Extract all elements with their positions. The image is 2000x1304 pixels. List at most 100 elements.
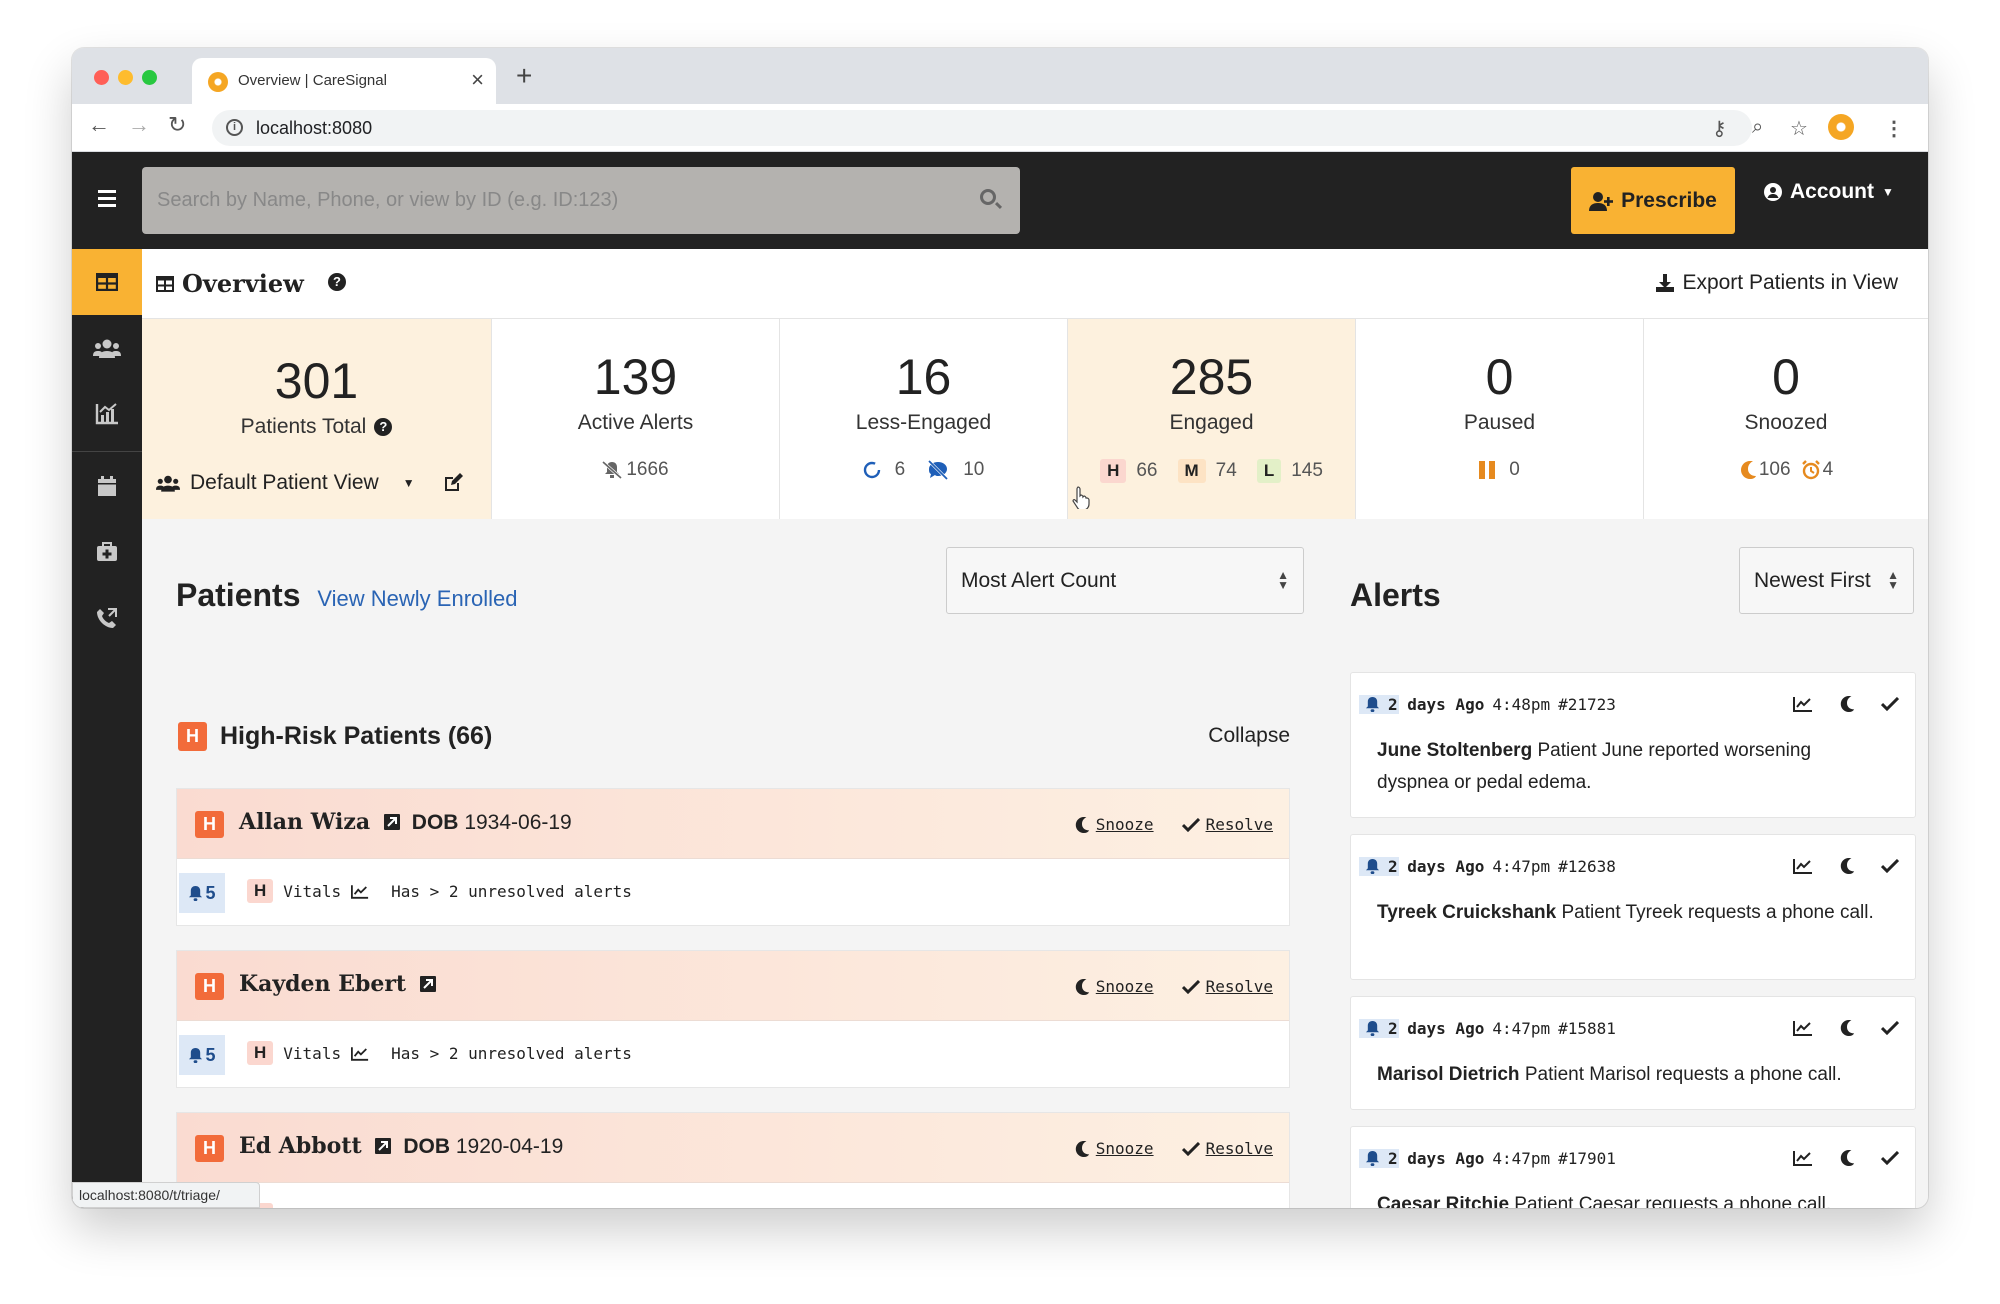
url-field[interactable]: i localhost:8080 xyxy=(212,110,1752,146)
alert-card[interactable]: 2 days Ago 4:47pm #15881 Marisol Dietrich P… xyxy=(1350,996,1916,1110)
moon-icon[interactable] xyxy=(1839,857,1855,875)
stat-card-less-engaged[interactable]: 16 Less-Engaged 6 10 xyxy=(780,319,1068,519)
close-tab-icon[interactable]: × xyxy=(471,67,484,93)
snooze-label: Snooze xyxy=(1095,1139,1154,1158)
high-risk-group-title: High-Risk Patients (66) xyxy=(220,722,493,750)
sidebar-item-patients[interactable] xyxy=(72,315,142,381)
resolve-button[interactable]: Resolve xyxy=(1182,815,1273,834)
alert-card[interactable]: 2 days Ago 4:47pm #12638 Tyreek Cruickshank… xyxy=(1350,834,1916,980)
less-engaged-pending-count: 6 xyxy=(894,459,906,480)
minimize-window-button[interactable] xyxy=(118,70,133,85)
patient-alert-summary: 1HHypertensionDiastolic max above red li… xyxy=(177,1183,1289,1208)
sidebar-item-calendar[interactable] xyxy=(72,453,142,519)
moon-icon[interactable] xyxy=(1839,695,1855,713)
sidebar-item-analytics[interactable] xyxy=(72,381,142,447)
help-icon[interactable]: ? xyxy=(374,418,393,436)
dob-label: DOB xyxy=(403,1135,450,1158)
collapse-button[interactable]: Collapse xyxy=(1208,724,1290,748)
patient-row[interactable]: H Kayden Ebert Snooze Resolve 5 H Vitals Has >… xyxy=(176,950,1290,1088)
chart-line-icon[interactable] xyxy=(351,1046,369,1061)
sidebar-item-overview[interactable] xyxy=(72,249,142,315)
check-icon[interactable] xyxy=(1881,1151,1899,1165)
help-icon[interactable]: ? xyxy=(328,273,346,291)
alert-patient-name[interactable]: Marisol Dietrich xyxy=(1377,1064,1520,1085)
alert-id: #15881 xyxy=(1558,1019,1616,1038)
browser-menu-icon[interactable]: ⋮ xyxy=(1884,116,1904,141)
resolve-button[interactable]: Resolve xyxy=(1182,977,1273,996)
patient-actions: Snooze Resolve xyxy=(1074,977,1273,996)
chart-line-icon[interactable] xyxy=(409,1208,427,1209)
patient-search-input[interactable]: Search by Name, Phone, or view by ID (e.… xyxy=(142,167,1020,234)
alert-time: 4:47pm xyxy=(1492,857,1551,876)
new-tab-icon[interactable]: + xyxy=(516,60,532,92)
sidebar-item-medical-kit[interactable] xyxy=(72,519,142,585)
alert-message: Marisol Dietrich Patient Marisol request… xyxy=(1377,1059,1885,1091)
patient-name-link[interactable]: Kayden Ebert xyxy=(239,971,436,997)
users-icon xyxy=(93,339,121,358)
prescribe-button[interactable]: Prescribe xyxy=(1571,167,1735,234)
stat-card-paused[interactable]: 0 Paused 0 xyxy=(1356,319,1644,519)
alert-patient-name[interactable]: Tyreek Cruickshank xyxy=(1377,902,1556,923)
patient-actions: Snooze Resolve xyxy=(1074,815,1273,834)
patient-row[interactable]: H Ed Abbott DOB 1920-04-19 Snooze Resolve 1H… xyxy=(176,1112,1290,1208)
alert-meta: 2 days Ago 4:48pm #21723 xyxy=(1359,695,1616,714)
site-info-icon[interactable]: i xyxy=(226,119,243,136)
check-icon[interactable] xyxy=(1881,859,1899,873)
search-icon[interactable] xyxy=(980,189,996,205)
patient-name-link[interactable]: Ed Abbott DOB 1920-04-19 xyxy=(239,1133,563,1159)
check-icon[interactable] xyxy=(1881,697,1899,711)
medium-risk-badge: M xyxy=(1177,459,1206,483)
hamburger-menu-icon[interactable] xyxy=(98,190,116,211)
back-icon[interactable]: ← xyxy=(88,112,110,138)
resolve-button[interactable]: Resolve xyxy=(1182,1139,1273,1158)
browser-tab[interactable]: Overview | CareSignal × xyxy=(192,58,496,104)
paused-sub: 0 xyxy=(1356,459,1643,481)
zoom-icon[interactable]: ⌕ xyxy=(1752,116,1763,139)
chart-line-icon[interactable] xyxy=(1793,1150,1813,1166)
moon-icon[interactable] xyxy=(1839,1019,1855,1037)
forward-icon[interactable]: → xyxy=(128,112,150,138)
patient-view-selector[interactable]: Default Patient View ▼ xyxy=(156,471,463,495)
chart-line-icon[interactable] xyxy=(1793,1020,1813,1036)
sort-arrows-icon: ▲ ▼ xyxy=(1277,568,1289,592)
maximize-window-button[interactable] xyxy=(142,70,157,85)
chart-line-icon[interactable] xyxy=(351,884,369,899)
alert-card[interactable]: 2 days Ago 4:47pm #17901 Caesar Ritchie Pat… xyxy=(1350,1126,1916,1208)
stat-card-snoozed[interactable]: 0 Snoozed 106 4 xyxy=(1644,319,1928,519)
stat-card-engaged[interactable]: 285 Engaged H 66 M 74 L 145 xyxy=(1068,319,1356,519)
account-menu[interactable]: Account ▼ xyxy=(1764,180,1894,204)
check-icon[interactable] xyxy=(1881,1021,1899,1035)
total-patients-label-text: Patients Total xyxy=(240,415,367,438)
engaged-sub: H 66 M 74 L 145 xyxy=(1068,459,1355,483)
less-engaged-label: Less-Engaged xyxy=(855,411,992,434)
key-icon[interactable]: ⚷ xyxy=(1712,116,1727,141)
moon-icon[interactable] xyxy=(1839,1149,1855,1167)
external-link-icon[interactable] xyxy=(384,814,400,830)
snooze-button[interactable]: Snooze xyxy=(1074,815,1154,834)
sidebar-item-calls[interactable] xyxy=(72,585,142,651)
patient-row[interactable]: H Allan Wiza DOB 1934-06-19 Snooze Resolve 5… xyxy=(176,788,1290,926)
patient-name-link[interactable]: Allan Wiza DOB 1934-06-19 xyxy=(239,809,572,835)
chart-line-icon[interactable] xyxy=(1793,858,1813,874)
pause-icon xyxy=(1479,461,1496,479)
snooze-button[interactable]: Snooze xyxy=(1074,1139,1154,1158)
patient-sort-select[interactable]: Most Alert Count ▲ ▼ xyxy=(946,547,1304,614)
snooze-button[interactable]: Snooze xyxy=(1074,977,1154,996)
external-link-icon[interactable] xyxy=(420,976,436,992)
profile-avatar-icon[interactable] xyxy=(1828,114,1854,140)
close-window-button[interactable] xyxy=(94,70,109,85)
alert-patient-name[interactable]: June Stoltenberg xyxy=(1377,740,1532,761)
alert-detail-text: Has > 2 unresolved alerts xyxy=(391,881,632,901)
alert-sort-select[interactable]: Newest First ▲ ▼ xyxy=(1739,547,1914,614)
bookmark-star-icon[interactable]: ☆ xyxy=(1790,116,1808,141)
export-patients-button[interactable]: Export Patients in View xyxy=(1656,271,1898,295)
stat-card-active-alerts[interactable]: 139 Active Alerts 1666 xyxy=(492,319,780,519)
unresponsive-comment-icon xyxy=(928,460,949,480)
external-link-icon[interactable] xyxy=(375,1138,391,1154)
chart-line-icon[interactable] xyxy=(1793,696,1813,712)
alert-card[interactable]: 2 days Ago 4:48pm #21723 June Stoltenberg P… xyxy=(1350,672,1916,818)
edit-icon[interactable] xyxy=(443,473,463,493)
view-newly-enrolled-link[interactable]: View Newly Enrolled xyxy=(317,586,517,611)
reload-icon[interactable]: ↻ xyxy=(168,112,186,138)
alert-patient-name[interactable]: Caesar Ritchie xyxy=(1377,1194,1509,1208)
